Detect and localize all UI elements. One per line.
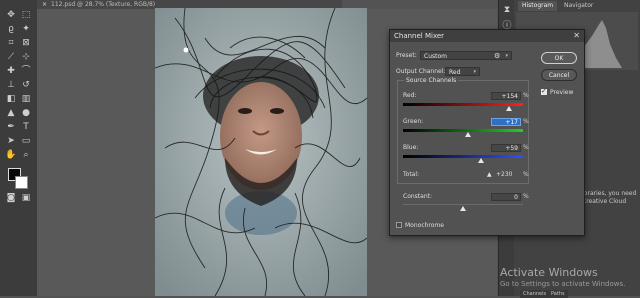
blue-slider-thumb[interactable] (477, 158, 484, 163)
monochrome-checkbox[interactable] (396, 222, 402, 228)
green-label: Green: (403, 118, 424, 125)
zoom-tool-icon[interactable]: ⌕ (20, 149, 32, 161)
blue-value-field[interactable]: +59 (491, 144, 521, 152)
total-value: +230 (496, 171, 513, 178)
red-slider-track[interactable] (403, 103, 523, 106)
gradient-tool-icon[interactable]: ▥ (20, 93, 32, 105)
green-slider-thumb[interactable] (465, 132, 472, 137)
red-slider-thumb[interactable] (506, 106, 513, 111)
move-tool-icon[interactable]: ✥ (5, 9, 17, 21)
output-channel-dropdown[interactable]: Red ▾ (445, 67, 480, 76)
gear-icon[interactable]: ⚙ (494, 52, 500, 60)
healing-brush-tool-icon[interactable]: ✚ (5, 65, 17, 77)
portrait-artwork (155, 8, 367, 296)
ruler-tool-icon[interactable]: ⊹ (20, 51, 32, 63)
dialog-title-bar[interactable]: Channel Mixer ✕ (390, 30, 584, 42)
blue-percent: % (523, 144, 529, 151)
blue-label: Blue: (403, 144, 419, 151)
channel-mixer-dialog: Channel Mixer ✕ Preset: Custom ▾ ⚙ Outpu… (389, 29, 585, 236)
tab-channels[interactable]: Channels (520, 290, 550, 298)
type-tool-icon[interactable]: T (20, 121, 32, 133)
constant-label: Constant: (403, 193, 432, 200)
monochrome-label: Monochrome (405, 222, 444, 229)
screen-mode-icon[interactable]: ▣ (20, 192, 32, 204)
path-selection-tool-icon[interactable]: ➤ (5, 135, 17, 147)
red-value-field[interactable]: +154 (491, 92, 521, 100)
chevron-down-icon: ▾ (505, 53, 508, 59)
tab-navigator[interactable]: Navigator (560, 1, 597, 11)
total-label: Total: (403, 171, 420, 178)
libraries-message-line-2: Creative Cloud (582, 198, 627, 205)
clone-stamp-tool-icon[interactable]: ⊥ (5, 79, 17, 91)
close-icon[interactable]: ✕ (573, 30, 580, 42)
preset-label: Preset: (396, 52, 417, 59)
magic-wand-tool-icon[interactable]: ✦ (20, 23, 32, 35)
output-channel-value: Red (449, 69, 461, 76)
warning-icon: ▲ (487, 171, 492, 178)
total-percent: % (523, 171, 529, 178)
frame-tool-icon[interactable]: ⊠ (20, 37, 32, 49)
document-tab-title: 112.psd @ 28.7% (Texture, RGB/8) (51, 1, 156, 8)
tab-histogram[interactable]: Histogram (518, 1, 558, 11)
activate-windows-subtitle: Go to Settings to activate Windows. (500, 280, 626, 288)
chevron-down-icon: ▾ (473, 69, 476, 75)
preview-label: Preview (550, 89, 574, 96)
green-slider-track[interactable] (403, 129, 523, 132)
hand-tool-icon[interactable]: ✋ (5, 149, 17, 161)
ok-button[interactable]: OK (541, 52, 577, 64)
marquee-tool-icon[interactable]: ⬚ (20, 9, 32, 21)
constant-value-field[interactable]: 0 (491, 193, 521, 201)
tools-panel: ✥ ⬚ ϱ ✦ ⌗ ⊠ ⟋ ⊹ ✚ ⌒ ⊥ ↺ ◧ ▥ ▲ ● ✒ T ➤ ▭ … (0, 0, 38, 296)
eraser-tool-icon[interactable]: ◧ (5, 93, 17, 105)
libraries-message-line-1: ibraries, you need (582, 190, 637, 197)
output-channel-label: Output Channel: (396, 68, 446, 75)
constant-slider-track[interactable] (403, 204, 523, 205)
tab-paths[interactable]: Paths (548, 290, 568, 298)
crop-tool-icon[interactable]: ⌗ (5, 37, 17, 49)
blue-slider-track[interactable] (403, 155, 523, 158)
constant-percent: % (523, 193, 529, 200)
green-percent: % (523, 118, 529, 125)
dialog-title: Channel Mixer (394, 32, 445, 40)
activate-windows-title: Activate Windows (500, 266, 598, 279)
blur-tool-icon[interactable]: ▲ (5, 107, 17, 119)
eyedropper-tool-icon[interactable]: ⟋ (5, 51, 17, 63)
source-channels-label: Source Channels (404, 77, 459, 84)
document-image[interactable] (155, 8, 367, 296)
history-brush-tool-icon[interactable]: ↺ (20, 79, 32, 91)
red-percent: % (523, 92, 529, 99)
lasso-tool-icon[interactable]: ϱ (5, 23, 17, 35)
quick-mask-icon[interactable]: ◙ (5, 192, 17, 204)
dodge-tool-icon[interactable]: ● (20, 107, 32, 119)
cursor-point (183, 47, 189, 53)
history-panel-icon[interactable]: ⧗ (501, 4, 513, 16)
shape-tool-icon[interactable]: ▭ (20, 135, 32, 147)
pen-tool-icon[interactable]: ✒ (5, 121, 17, 133)
red-label: Red: (403, 92, 417, 99)
preset-value: Custom (424, 53, 447, 60)
close-tab-icon[interactable]: × (42, 1, 47, 8)
background-color-swatch[interactable] (15, 176, 28, 189)
brush-tool-icon[interactable]: ⌒ (20, 65, 32, 77)
constant-slider-thumb[interactable] (460, 206, 466, 211)
green-value-field[interactable]: +17 (491, 118, 521, 126)
preview-checkbox[interactable] (541, 87, 547, 95)
cancel-button[interactable]: Cancel (541, 69, 577, 81)
